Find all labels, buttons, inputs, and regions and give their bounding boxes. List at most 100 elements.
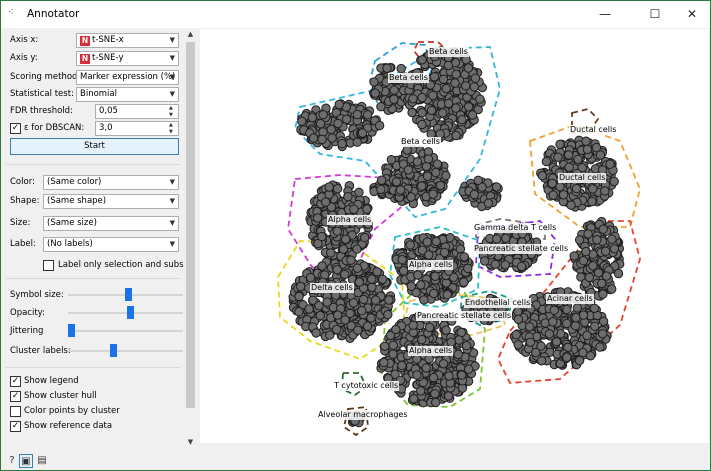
color-points-by-cluster-checkbox[interactable] <box>10 406 21 417</box>
spin-arrows-icon[interactable]: ▲ ▼ <box>169 105 177 118</box>
opacity-track[interactable] <box>68 312 183 314</box>
data-point <box>470 73 481 83</box>
label-only-selection-checkbox[interactable] <box>43 260 54 271</box>
label-combo[interactable]: (No labels) ▼ <box>43 237 179 252</box>
statistical-test-row: Statistical test: Binomial ▼ <box>10 87 180 102</box>
data-point <box>382 63 392 73</box>
axis-y-combo[interactable]: Nt-SNE-y ▼ <box>76 51 179 66</box>
data-point <box>445 233 455 243</box>
show-cluster-hull-checkbox[interactable]: ✓ <box>10 391 21 402</box>
cluster-labels-track[interactable] <box>68 350 183 352</box>
minimize-button[interactable]: — <box>588 1 622 28</box>
chevron-down-icon: ▼ <box>169 197 175 205</box>
report-icon[interactable]: ▤ <box>35 454 49 468</box>
data-point <box>317 261 327 271</box>
data-point <box>312 213 323 223</box>
cluster-labels-slider-handle[interactable] <box>109 344 117 357</box>
data-point <box>588 184 598 194</box>
data-point <box>403 165 414 175</box>
fdr-threshold-spinbox[interactable]: 0,05 ▲ ▼ <box>95 104 179 119</box>
chevron-down-icon: ▼ <box>169 54 175 62</box>
data-point <box>461 81 471 91</box>
data-point <box>547 178 557 189</box>
scatter-plot-canvas[interactable] <box>200 29 709 443</box>
show-reference-data-checkbox[interactable]: ✓ <box>10 421 21 432</box>
data-point <box>348 298 359 308</box>
data-point <box>417 119 427 130</box>
panel-scrollbar[interactable]: ▲ ▼ <box>184 28 197 452</box>
data-point <box>317 134 327 145</box>
start-button[interactable]: Start <box>10 138 179 155</box>
data-point <box>590 321 600 331</box>
statistical-test-combo[interactable]: Binomial ▼ <box>76 87 179 102</box>
data-point <box>549 305 559 315</box>
data-point <box>553 152 563 162</box>
data-point <box>562 352 572 362</box>
data-point <box>501 233 511 243</box>
scroll-down-icon[interactable]: ▼ <box>184 438 197 446</box>
shape-combo[interactable]: (Same shape) ▼ <box>43 194 179 209</box>
jittering-slider-handle[interactable] <box>68 324 75 337</box>
show-legend-label: Show legend <box>24 376 79 386</box>
data-point <box>408 94 418 104</box>
maximize-button[interactable]: ☐ <box>638 1 672 28</box>
data-point <box>428 372 439 383</box>
scroll-up-icon[interactable]: ▲ <box>184 30 197 38</box>
data-point <box>569 251 579 261</box>
data-point <box>444 371 454 381</box>
scrollbar-thumb[interactable] <box>186 42 195 408</box>
data-point <box>367 274 377 284</box>
data-point <box>391 324 401 335</box>
data-point <box>601 271 612 281</box>
jittering-label: Jittering <box>10 326 44 336</box>
data-point <box>578 256 589 266</box>
data-point <box>396 63 406 74</box>
close-button[interactable]: ✕ <box>675 1 709 28</box>
epsilon-checkbox[interactable]: ✓ <box>10 123 21 134</box>
data-point <box>321 197 331 207</box>
data-point <box>582 330 592 341</box>
data-point <box>304 304 314 314</box>
color-combo[interactable]: (Same color) ▼ <box>43 175 179 190</box>
data-point <box>370 295 381 305</box>
data-point <box>430 389 440 399</box>
data-point <box>423 154 434 164</box>
cluster-label: Alpha cells <box>408 346 454 356</box>
symbol-size-label: Symbol size: <box>10 290 64 300</box>
cluster-labels-label: Cluster labels: <box>10 346 71 356</box>
symbol-size-slider-handle[interactable] <box>124 288 132 301</box>
scatter-plot[interactable]: Beta cells Beta cells Beta cells Ductal cel… <box>200 29 709 443</box>
epsilon-spinbox[interactable]: 3,0 ▲ ▼ <box>95 121 179 136</box>
data-point <box>352 109 363 120</box>
data-point <box>352 244 362 254</box>
save-icon[interactable]: ▣ <box>19 454 33 468</box>
show-legend-checkbox[interactable]: ✓ <box>10 376 21 387</box>
help-icon[interactable]: ? <box>5 454 19 468</box>
data-point <box>443 391 454 401</box>
opacity-slider-handle[interactable] <box>126 306 134 319</box>
axis-x-label: Axis x: <box>10 35 39 45</box>
data-point <box>353 325 363 335</box>
data-point <box>588 261 598 271</box>
data-point <box>574 355 585 366</box>
data-point <box>374 120 385 131</box>
cluster-label: T cytotoxic cells <box>333 381 400 391</box>
data-point <box>428 90 438 101</box>
data-point <box>457 115 467 125</box>
jittering-track[interactable] <box>68 330 183 332</box>
data-point <box>389 85 399 95</box>
section-divider <box>6 278 180 279</box>
size-combo[interactable]: (Same size) ▼ <box>43 216 179 231</box>
spin-arrows-icon[interactable]: ▲ ▼ <box>169 122 177 135</box>
control-panel: Axis x: Nt-SNE-x ▼ Axis y: Nt-SNE-y ▼ Sc… <box>2 28 183 442</box>
axis-x-combo[interactable]: Nt-SNE-x ▼ <box>76 33 179 48</box>
data-point <box>421 363 431 373</box>
data-point <box>609 244 620 254</box>
data-point <box>354 277 365 287</box>
data-point <box>463 263 473 274</box>
data-point <box>525 337 536 347</box>
scoring-method-combo[interactable]: Marker expression (%) ▼ <box>76 70 179 85</box>
show-legend-row: ✓ Show legend <box>10 374 180 389</box>
data-point <box>426 105 437 116</box>
data-point <box>450 78 460 88</box>
